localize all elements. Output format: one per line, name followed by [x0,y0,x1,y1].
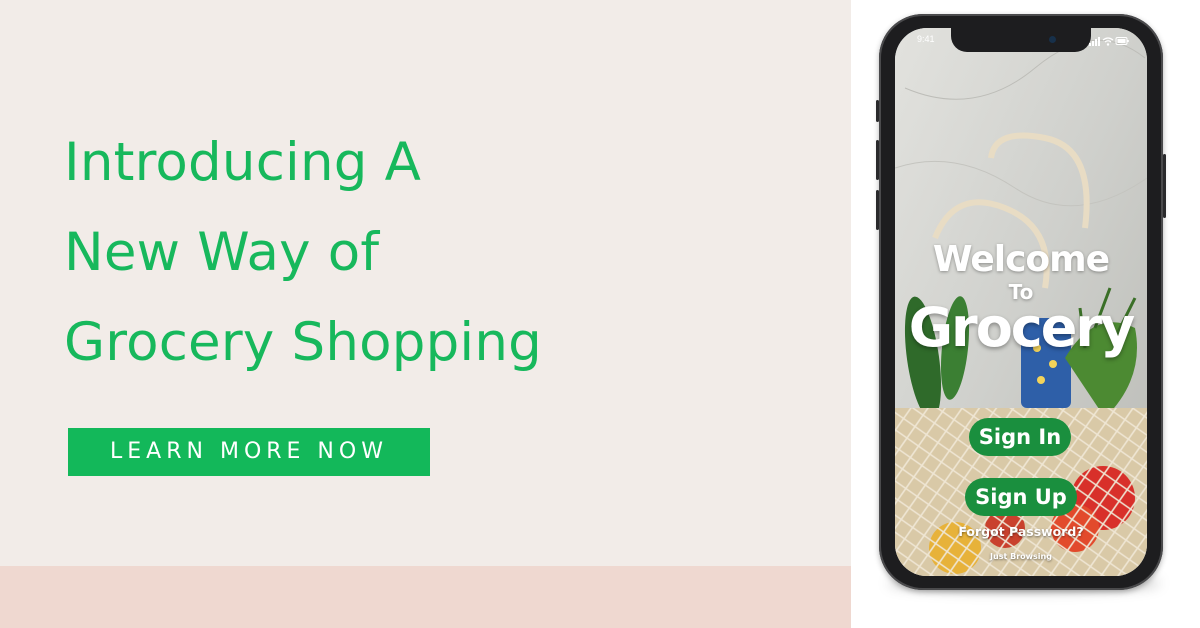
power-button [1163,154,1166,218]
headline: Introducing A New Way of Grocery Shoppin… [64,118,664,388]
forgot-password-link[interactable]: Forgot Password? [895,524,1147,539]
mute-switch [876,100,879,122]
phone-mockup: 9:41 Welcome To Grocery Sign In Sign Up … [876,14,1166,590]
volume-down-button [876,190,879,230]
phone-screen: 9:41 Welcome To Grocery Sign In Sign Up … [895,28,1147,576]
battery-icon [1115,37,1129,45]
headline-line-3: Grocery Shopping [64,312,542,373]
brand-name: Grocery [908,296,1136,359]
wifi-icon [1102,37,1114,46]
phone-notch [951,28,1091,52]
headline-line-2: New Way of [64,222,380,283]
status-icons [1089,37,1129,46]
sign-up-button[interactable]: Sign Up [965,478,1077,516]
bottom-band [0,566,851,628]
front-camera [1049,36,1056,43]
sign-in-button[interactable]: Sign In [969,418,1071,456]
volume-up-button [876,140,879,180]
just-browsing-link[interactable]: Just Browsing [895,552,1147,561]
headline-line-1: Introducing A [64,132,422,193]
welcome-heading: Welcome [932,239,1110,280]
status-time: 9:41 [917,34,935,44]
signal-icon [1089,37,1100,46]
learn-more-button[interactable]: LEARN MORE NOW [68,428,430,476]
